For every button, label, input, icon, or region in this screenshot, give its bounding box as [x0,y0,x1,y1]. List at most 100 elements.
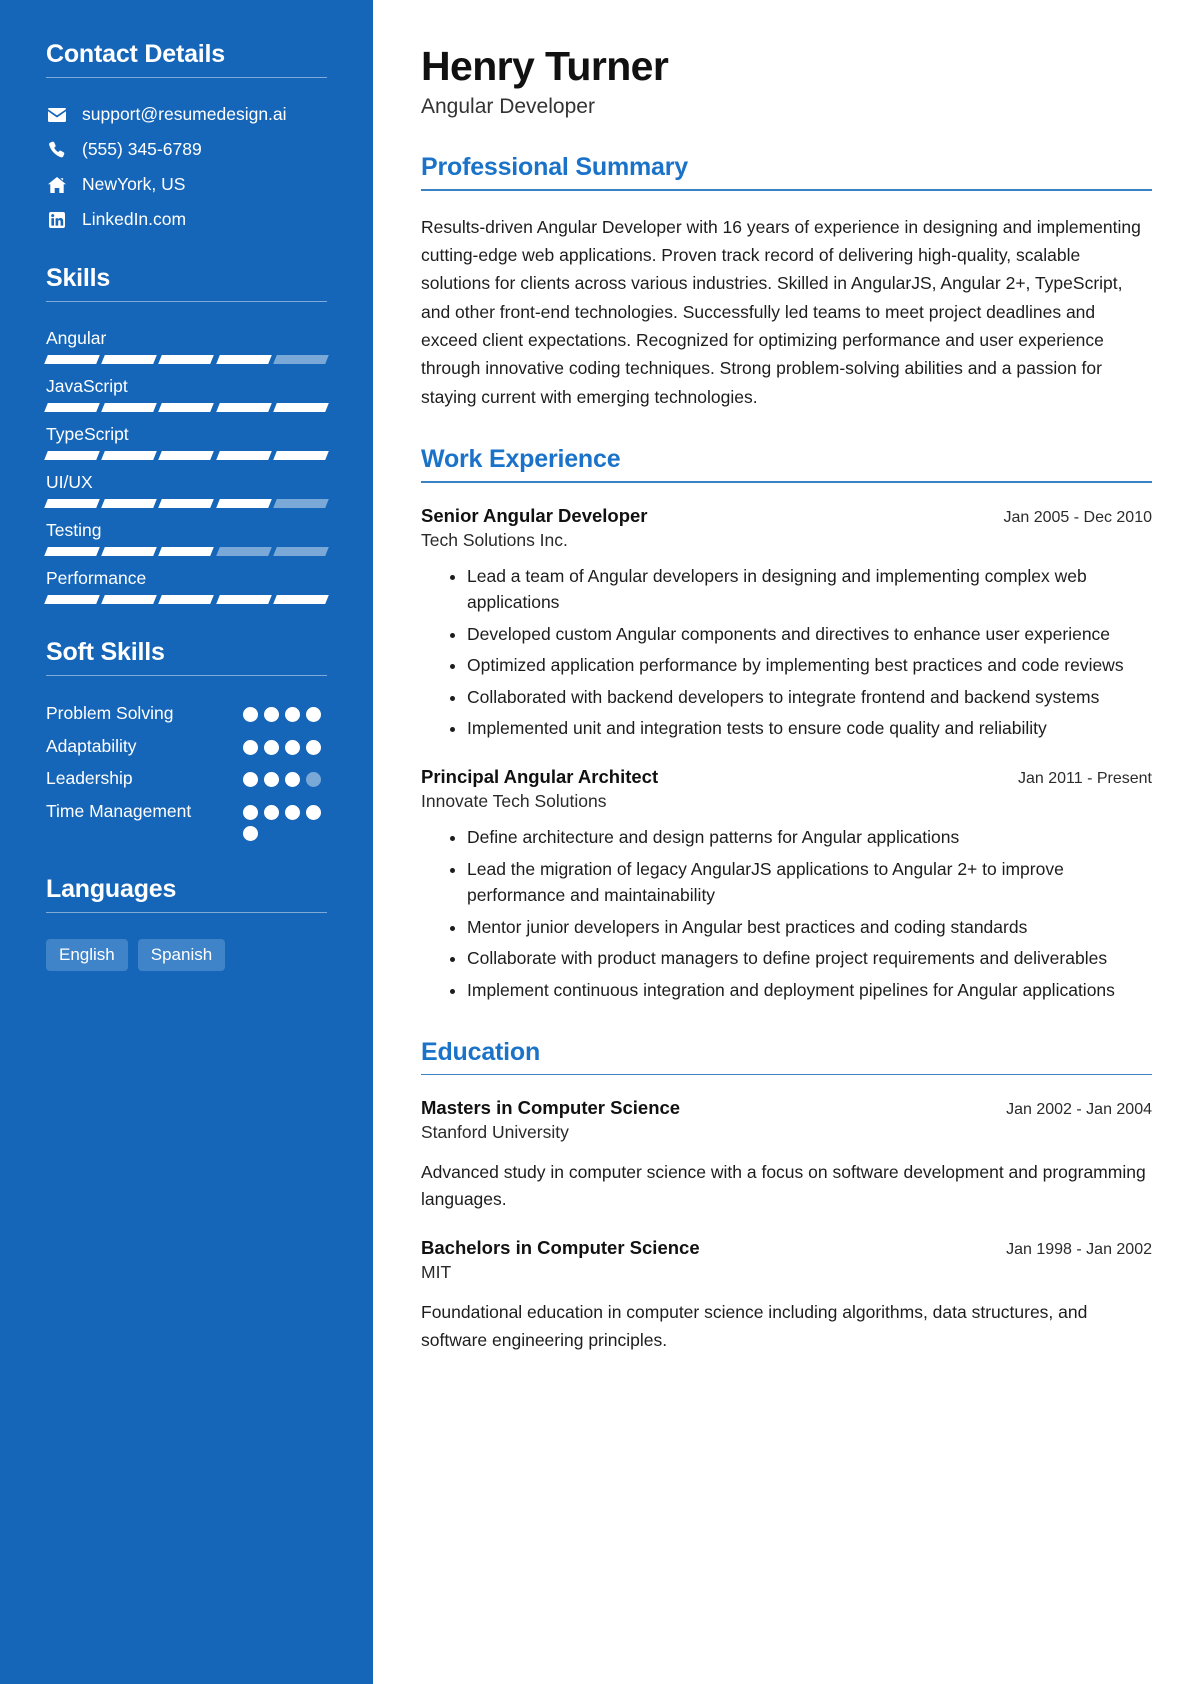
work-bullet: Implement continuous integration and dep… [467,977,1152,1004]
skill-segment [44,547,101,556]
contact-value: NewYork, US [82,174,186,194]
work-entry: Principal Angular Architect Jan 2011 - Pr… [421,766,1152,1004]
work-experience-heading: Work Experience [421,445,621,473]
rating-dot [264,804,279,820]
skill-label: Angular [46,328,107,348]
rating-dot [243,707,258,722]
soft-skill-label: Adaptability [46,735,137,756]
rating-dot [285,772,300,788]
soft-skill-rating [243,702,327,722]
skills-section: Skills Angular JavaScript TypeScript UI/UX T… [44,264,329,604]
education-list: Masters in Computer Science Jan 2002 - Ja… [421,1097,1152,1354]
rating-dot [264,707,279,722]
professional-summary-heading: Professional Summary [421,153,688,182]
skill-item: JavaScript [44,376,329,412]
work-entry: Senior Angular Developer Jan 2005 - Dec 2… [421,505,1152,743]
contact-list: support@resumedesign.ai (555) 345-6789 New… [46,104,327,230]
skill-level-bar [44,499,329,508]
rating-dot [306,739,321,755]
soft-skill-row: Adaptability [46,735,327,759]
work-bullet-list: Lead a team of Angular developers in des… [421,563,1152,743]
work-bullet: Developed custom Angular components and … [467,621,1152,648]
skill-segment [215,547,272,556]
skill-segment [158,451,215,460]
work-company: Innovate Tech Solutions [421,791,607,812]
candidate-name: Henry Turner [421,43,669,89]
section-divider [46,675,327,676]
rating-dot [306,707,321,722]
work-bullet: Define architecture and design patterns … [467,824,1152,851]
home-icon [46,176,68,193]
skill-segment [272,595,329,604]
phone-icon [46,141,68,158]
soft-skill-rating [243,735,327,755]
soft-skill-label: Problem Solving [46,703,174,723]
contact-row[interactable]: LinkedIn.com [46,209,327,230]
work-company: Tech Solutions Inc. [421,529,568,550]
skill-level-bar [44,451,329,460]
skill-segment [215,355,272,364]
section-divider [46,301,327,302]
soft-skills-section: Soft Skills Problem Solving Adaptability L… [46,638,327,841]
education-date-range: Jan 2002 - Jan 2004 [1006,1101,1152,1119]
rating-dot [243,739,258,755]
education-institution: Stanford University [421,1122,569,1143]
skill-level-bar [44,355,329,364]
rating-dot [285,739,300,755]
soft-skill-rating [243,767,327,788]
contact-row[interactable]: (555) 345-6789 [46,139,327,160]
rating-dot [285,804,300,820]
soft-skills-heading: Soft Skills [46,638,165,666]
contact-row[interactable]: support@resumedesign.ai [46,104,327,125]
skill-segment [44,595,101,604]
education-institution: MIT [421,1262,452,1283]
professional-summary-section: Professional Summary Results-driven Angu… [421,153,1152,411]
section-divider [421,189,1152,191]
education-heading: Education [421,1037,541,1066]
soft-skill-row: Time Management [46,800,327,841]
skill-segment [101,355,158,364]
rating-dot [243,825,258,841]
rating-dot [306,804,321,820]
contact-details-section: Contact Details support@resumedesign.ai (… [46,40,327,230]
section-divider [421,1073,1152,1076]
contact-value: (555) 345-6789 [82,139,202,159]
rating-dot [243,772,258,788]
language-chip[interactable]: Spanish [137,938,226,972]
education-degree: Masters in Computer Science [421,1097,681,1119]
contact-row[interactable]: NewYork, US [46,174,327,195]
section-divider [46,77,327,78]
professional-summary-text: Results-driven Angular Developer with 16… [421,216,1141,407]
skill-segment [158,403,215,412]
skill-label: JavaScript [46,376,128,396]
linkedin-icon [46,211,68,228]
soft-skills-list: Problem Solving Adaptability Leadership Tim… [46,702,327,841]
language-chip[interactable]: English [46,938,128,972]
work-experience-list: Senior Angular Developer Jan 2005 - Dec 2… [421,505,1152,1004]
work-bullet: Lead the migration of legacy AngularJS a… [467,856,1152,909]
skill-segment [101,451,158,460]
rating-dot [243,804,258,820]
education-entry: Bachelors in Computer Science Jan 1998 - … [421,1237,1152,1353]
work-bullet: Optimized application performance by imp… [467,652,1152,679]
skill-level-bar [44,547,329,556]
skill-segment [272,355,329,364]
rating-dot [264,739,279,755]
work-experience-section: Work Experience Senior Angular Developer… [421,445,1152,1004]
work-entry-header: Senior Angular Developer Jan 2005 - Dec 2… [421,505,1152,527]
skill-segment [44,451,101,460]
soft-skill-label: Time Management [46,800,192,821]
skill-item: TypeScript [44,424,329,460]
education-entry: Masters in Computer Science Jan 2002 - Ja… [421,1097,1152,1213]
skill-segment [215,499,272,508]
work-bullet: Collaborated with backend developers to … [467,684,1152,711]
resume-header: Henry Turner Angular Developer [421,43,1152,119]
skill-segment [272,403,329,412]
resume-page: Contact Details support@resumedesign.ai (… [0,0,1200,1684]
skill-segment [215,451,272,460]
contact-value: LinkedIn.com [82,209,187,229]
skill-label: Performance [46,568,147,588]
section-divider [421,481,1152,483]
work-bullet-list: Define architecture and design patterns … [421,824,1152,1004]
soft-skill-row: Leadership [46,767,327,791]
